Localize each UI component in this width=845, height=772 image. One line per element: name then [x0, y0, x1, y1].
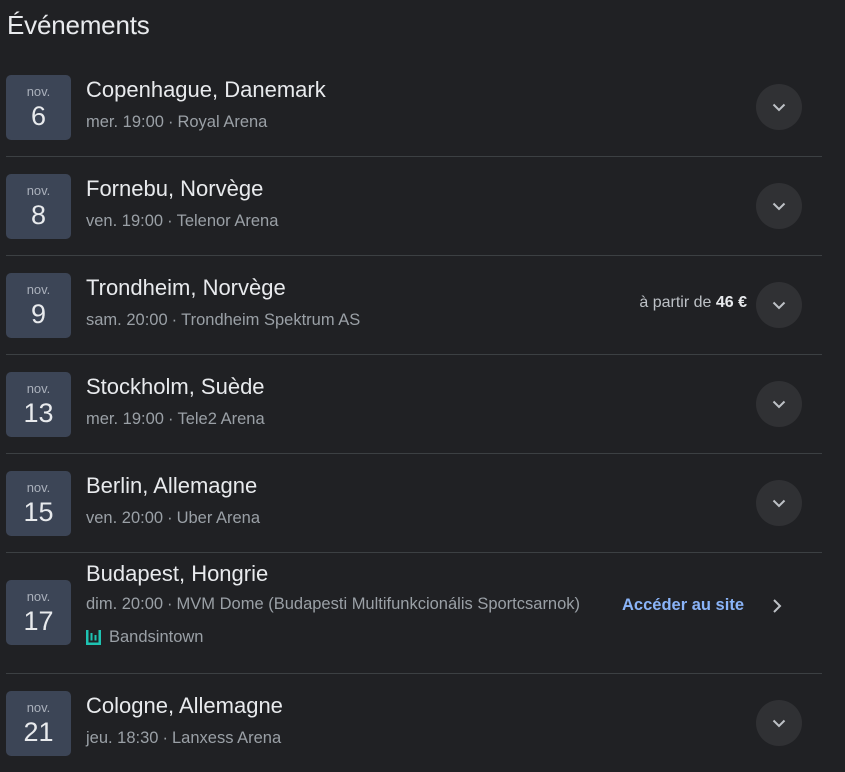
- separator: ·: [171, 311, 178, 329]
- event-time: ven. 20:00: [86, 509, 164, 527]
- price-prefix: à partir de: [639, 294, 712, 311]
- date-badge: nov. 21: [6, 691, 71, 756]
- separator: ·: [167, 410, 174, 428]
- event-city: Cologne, Allemagne: [86, 693, 283, 718]
- expand-button[interactable]: [756, 700, 802, 746]
- event-row-trondheim[interactable]: nov. 9 Trondheim, Norvège sam. 20:00 · Tro…: [6, 256, 822, 355]
- date-month: nov.: [26, 84, 51, 99]
- date-day: 21: [23, 717, 54, 747]
- event-row-copenhague[interactable]: nov. 6 Copenhague, Danemark mer. 19:00 · R…: [6, 58, 822, 157]
- expand-button[interactable]: [756, 480, 802, 526]
- event-city: Copenhague, Danemark: [86, 77, 326, 102]
- event-row-budapest[interactable]: nov. 17 Budapest, Hongrie dim. 20:00 · MVM…: [6, 553, 822, 674]
- event-venue: Uber Arena: [176, 509, 261, 527]
- event-row-cologne[interactable]: nov. 21 Cologne, Allemagne jeu. 18:30 · La…: [6, 674, 822, 772]
- date-month: nov.: [26, 700, 51, 715]
- event-row-stockholm[interactable]: nov. 13 Stockholm, Suède mer. 19:00 · Tele…: [6, 355, 822, 454]
- date-day: 9: [30, 299, 47, 329]
- date-month: nov.: [26, 183, 51, 198]
- date-badge: nov. 15: [6, 471, 71, 536]
- visit-site-link[interactable]: Accéder au site: [622, 596, 744, 615]
- event-time: ven. 19:00: [86, 212, 164, 230]
- date-badge: nov. 6: [6, 75, 71, 140]
- expand-button[interactable]: [756, 381, 802, 427]
- event-venue: Lanxess Arena: [171, 729, 282, 747]
- event-time: jeu. 18:30: [86, 729, 159, 747]
- chevron-down-icon: [772, 499, 786, 507]
- separator: ·: [167, 113, 174, 131]
- price-value: 46 €: [715, 294, 747, 311]
- provider-name: Bandsintown: [109, 628, 204, 646]
- event-details: sam. 20:00 · Trondheim Spektrum AS: [86, 311, 360, 330]
- section-title: Événements: [7, 10, 150, 40]
- chevron-down-icon: [772, 103, 786, 111]
- date-day: 8: [30, 200, 47, 230]
- date-day: 6: [30, 101, 47, 131]
- date-day: 15: [23, 497, 54, 527]
- event-details: dim. 20:00 · MVM Dome (Budapesti Multifunk…: [86, 595, 598, 614]
- date-badge: nov. 9: [6, 273, 71, 338]
- expand-button[interactable]: [756, 183, 802, 229]
- chevron-down-icon: [772, 301, 786, 309]
- event-city: Fornebu, Norvège: [86, 176, 264, 201]
- separator: ·: [167, 595, 173, 613]
- separator: ·: [167, 509, 173, 527]
- event-city: Budapest, Hongrie: [86, 561, 269, 586]
- event-row-berlin[interactable]: nov. 15 Berlin, Allemagne ven. 20:00 · Ube…: [6, 454, 822, 553]
- chevron-down-icon: [772, 400, 786, 408]
- events-list: nov. 6 Copenhague, Danemark mer. 19:00 · R…: [6, 58, 822, 772]
- date-month: nov.: [26, 282, 51, 297]
- event-details: jeu. 18:30 · Lanxess Arena: [86, 729, 281, 748]
- bandsintown-icon: [86, 630, 101, 645]
- chevron-right-icon[interactable]: [770, 598, 784, 614]
- date-day: 17: [23, 606, 54, 636]
- event-details: mer. 19:00 · Royal Arena: [86, 113, 267, 132]
- event-venue: Trondheim Spektrum AS: [181, 311, 361, 329]
- event-city: Stockholm, Suède: [86, 374, 265, 399]
- expand-button[interactable]: [756, 282, 802, 328]
- event-time: mer. 19:00: [86, 410, 164, 428]
- event-time: mer. 19:00: [86, 113, 164, 131]
- event-venue: Tele2 Arena: [177, 410, 265, 428]
- date-badge: nov. 8: [6, 174, 71, 239]
- chevron-down-icon: [772, 719, 786, 727]
- ticket-price: à partir de 46 €: [639, 294, 747, 312]
- event-venue: MVM Dome (Budapesti Multifunkcionális Sp…: [176, 595, 581, 613]
- event-venue: Royal Arena: [177, 113, 268, 131]
- expand-button[interactable]: [756, 84, 802, 130]
- event-city: Trondheim, Norvège: [86, 275, 286, 300]
- date-badge: nov. 13: [6, 372, 71, 437]
- event-time: sam. 20:00: [86, 311, 168, 329]
- separator: ·: [167, 212, 173, 230]
- event-time: dim. 20:00: [86, 595, 164, 613]
- ticket-provider[interactable]: Bandsintown: [86, 628, 203, 647]
- date-day: 13: [23, 398, 54, 428]
- chevron-down-icon: [772, 202, 786, 210]
- event-details: ven. 19:00 · Telenor Arena: [86, 212, 278, 231]
- date-badge: nov. 17: [6, 580, 71, 645]
- event-venue: Telenor Arena: [176, 212, 279, 230]
- event-city: Berlin, Allemagne: [86, 473, 258, 498]
- date-month: nov.: [26, 381, 51, 396]
- separator: ·: [162, 729, 168, 747]
- event-details: mer. 19:00 · Tele2 Arena: [86, 410, 265, 429]
- event-row-fornebu[interactable]: nov. 8 Fornebu, Norvège ven. 19:00 · Telen…: [6, 157, 822, 256]
- date-month: nov.: [26, 480, 51, 495]
- date-month: nov.: [26, 589, 51, 604]
- event-details: ven. 20:00 · Uber Arena: [86, 509, 260, 528]
